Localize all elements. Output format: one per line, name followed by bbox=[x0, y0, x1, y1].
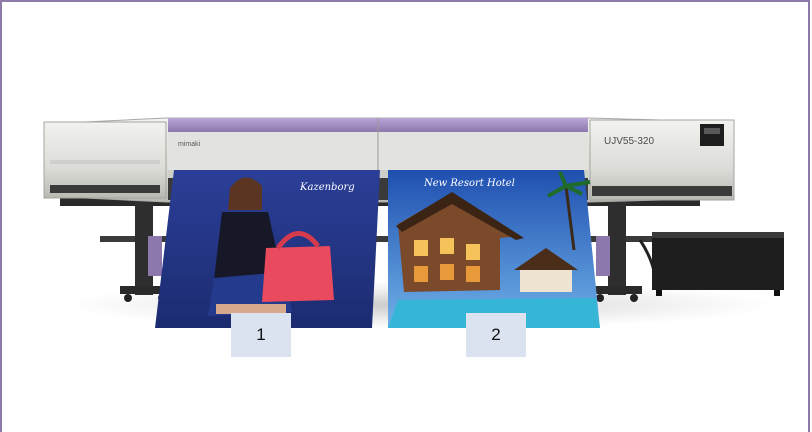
print-label-2: 2 bbox=[466, 313, 526, 357]
printer-model-text: UJV55-320 bbox=[604, 136, 654, 147]
red-handbag bbox=[262, 246, 334, 302]
print-sample-1: Kazenborg bbox=[155, 170, 380, 328]
printer-right-stand bbox=[592, 200, 642, 302]
print-label-1: 1 bbox=[231, 313, 291, 357]
printer-illustration: UJV55-320 mimaki Kazenborg New Resort Ho… bbox=[43, 117, 784, 329]
ink-supply-cabinet bbox=[638, 232, 784, 296]
print-1-caption: Kazenborg bbox=[299, 182, 355, 193]
print-sample-2: New Resort Hotel bbox=[388, 170, 600, 328]
print-2-caption: New Resort Hotel bbox=[423, 178, 515, 189]
printer-brand-logo: mimaki bbox=[178, 141, 201, 148]
control-panel bbox=[700, 124, 724, 146]
